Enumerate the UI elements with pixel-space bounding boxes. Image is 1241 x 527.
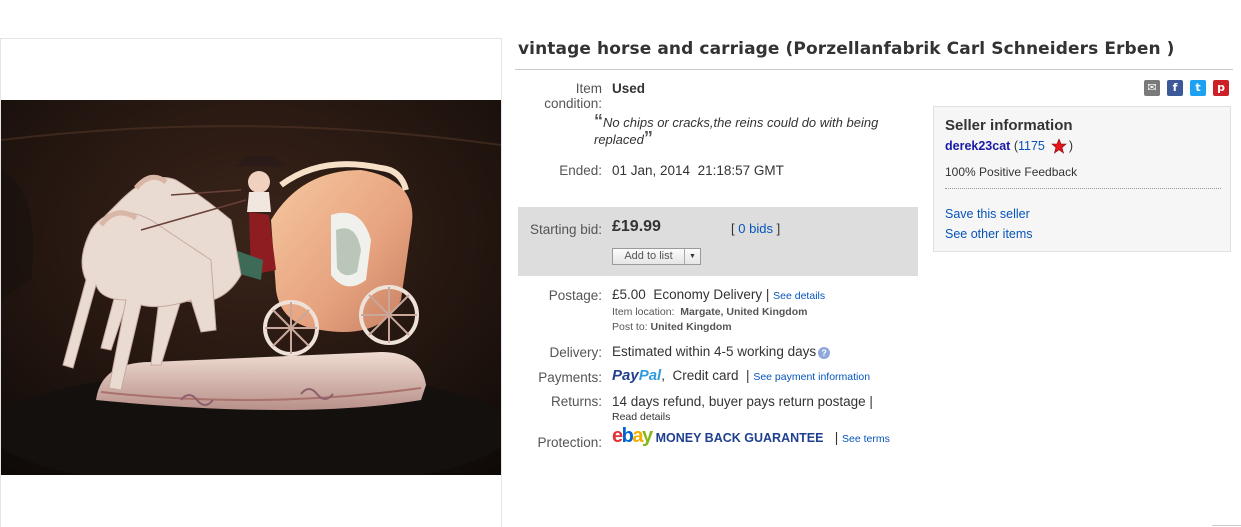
- seller-divider: [945, 188, 1221, 189]
- money-back-guarantee-label: MONEY BACK GUARANTEE: [655, 431, 824, 445]
- protection-separator: |: [834, 430, 839, 445]
- ended-date: 01 Jan, 2014: [612, 163, 691, 178]
- credit-card-label: Credit card: [672, 368, 739, 383]
- delivery-estimate: Estimated within 4-5 working days: [612, 344, 817, 359]
- postage-separator: |: [765, 287, 770, 302]
- postage-label: Postage:: [548, 288, 602, 303]
- bid-count-close-bracket: ]: [776, 221, 781, 236]
- starting-bid-label: Starting bid:: [529, 222, 602, 237]
- postage-details-link[interactable]: See details: [773, 290, 825, 302]
- payment-info-link[interactable]: See payment information: [753, 371, 870, 383]
- post-to: Post to: United Kingdom: [612, 320, 732, 335]
- product-photo[interactable]: [1, 100, 501, 475]
- open-quote-mark: “: [594, 111, 603, 131]
- returns-value: 14 days refund, buyer pays return postag…: [612, 394, 873, 409]
- save-seller-link[interactable]: Save this seller: [945, 207, 1030, 221]
- facebook-share-icon[interactable]: f: [1167, 80, 1183, 96]
- payments-label: Payments:: [538, 370, 602, 385]
- email-share-icon[interactable]: ✉: [1144, 80, 1160, 96]
- add-to-list-button[interactable]: Add to list ▼: [612, 248, 701, 265]
- payments-comma: ,: [661, 368, 665, 383]
- bid-count: [ 0 bids ]: [731, 221, 780, 236]
- postage-service: Economy Delivery: [653, 287, 763, 302]
- post-to-value: United Kingdom: [650, 321, 732, 333]
- seller-score-close: ): [1068, 139, 1074, 153]
- listing-title: vintage horse and carriage (Porzellanfab…: [518, 39, 1175, 59]
- condition-value: Used: [612, 81, 646, 96]
- bid-history-link[interactable]: 0 bids: [738, 221, 773, 236]
- seller-info-heading: Seller information: [945, 117, 1073, 134]
- add-to-list-label: Add to list: [613, 249, 685, 264]
- payments-separator: |: [746, 368, 750, 383]
- returns-label: Returns:: [550, 394, 602, 409]
- ended-value: 01 Jan, 2014 21:18:57 GMT: [612, 163, 784, 178]
- twitter-share-icon[interactable]: t: [1190, 80, 1206, 96]
- paypal-logo: PayPal: [612, 367, 662, 384]
- seller-feedback-score-link[interactable]: 1175: [1018, 139, 1045, 153]
- postage-price: £5.00: [612, 287, 646, 302]
- delivery-label: Delivery:: [549, 345, 602, 360]
- ebay-logo: ebay: [612, 425, 653, 447]
- add-to-list-dropdown-icon[interactable]: ▼: [685, 249, 700, 264]
- pinterest-share-icon[interactable]: p: [1213, 80, 1229, 96]
- returns-details-link[interactable]: Read details: [612, 410, 670, 425]
- payments-value: PayPal, Credit card | See payment inform…: [612, 368, 870, 385]
- item-location: Item location: Margate, United Kingdom: [612, 305, 807, 320]
- protection-label: Protection:: [537, 435, 602, 450]
- bid-panel: [518, 207, 918, 276]
- condition-label-line2: condition:: [544, 96, 602, 111]
- horse-carriage-figurine-image: [1, 100, 501, 475]
- post-to-label: Post to:: [612, 321, 648, 333]
- corner-divider: [1212, 525, 1241, 526]
- condition-description-text: No chips or cracks,the reins could do wi…: [594, 115, 879, 147]
- feedback-star-icon: [1051, 138, 1067, 154]
- ended-label: Ended:: [559, 163, 602, 178]
- protection-value: ebay MONEY BACK GUARANTEE | See terms: [612, 426, 890, 447]
- ended-time: 21:18:57 GMT: [697, 163, 784, 178]
- starting-bid-price: £19.99: [612, 218, 661, 235]
- seller-info-panel: Seller information derek23cat (1175) 100…: [933, 106, 1231, 252]
- close-quote-mark: ”: [643, 128, 653, 148]
- seller-username-link[interactable]: derek23cat: [945, 139, 1010, 153]
- help-icon[interactable]: ?: [818, 347, 831, 359]
- see-terms-link[interactable]: See terms: [842, 433, 890, 445]
- condition-label-line1: Item: [575, 81, 602, 96]
- postage-value: £5.00 Economy Delivery | See details: [612, 287, 825, 304]
- condition-label: Item condition:: [512, 81, 602, 111]
- condition-description: “No chips or cracks,the reins could do w…: [594, 111, 894, 148]
- delivery-value: Estimated within 4-5 working days?: [612, 344, 831, 359]
- title-divider: [515, 69, 1233, 70]
- item-location-label: Item location:: [612, 306, 675, 318]
- bid-count-open-bracket: [: [731, 221, 735, 236]
- seller-positive-feedback: 100% Positive Feedback: [945, 165, 1078, 179]
- item-location-value: Margate, United Kingdom: [680, 306, 808, 318]
- see-other-items-link[interactable]: See other items: [945, 227, 1033, 241]
- seller-name-row: derek23cat (1175): [945, 138, 1073, 154]
